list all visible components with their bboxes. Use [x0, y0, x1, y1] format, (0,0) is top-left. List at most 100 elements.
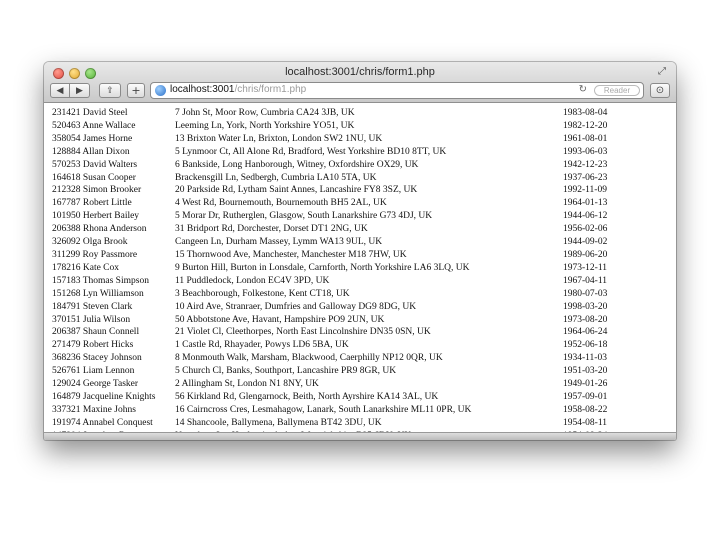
reader-button[interactable]: Reader: [594, 85, 640, 96]
record-date: 1956-02-06: [563, 224, 608, 235]
record-date: 1958-08-22: [563, 404, 608, 415]
record-address: 3 Beachborough, Folkestone, Kent CT18, U…: [175, 288, 350, 299]
table-row: 358054 James Horne 13 Brixton Water Ln, B…: [52, 133, 623, 146]
record-address: 1 Castle Rd, Rhayader, Powys LD6 5BA, UK: [175, 340, 349, 351]
table-row: 526761 Liam Lennon 5 Church Cl, Banks, So…: [52, 365, 623, 378]
record-name: 570253 David Walters: [52, 159, 138, 170]
page-content: 231421 David Steel 7 John St, Moor Row, C…: [44, 103, 676, 433]
record-date: 1934-11-03: [563, 353, 607, 364]
table-row: 206387 Shaun Connell 21 Violet Cl, Cleeth…: [52, 326, 623, 339]
record-address: 11 Puddledock, London EC4V 3PD, UK: [175, 275, 330, 286]
window-title: localhost:3001/chris/form1.php: [285, 66, 435, 78]
record-date: 1949-01-26: [563, 379, 608, 390]
title-bar[interactable]: localhost:3001/chris/form1.php ⤢ ◀ ▶ ⇪ +…: [44, 62, 676, 103]
record-name: 526761 Liam Lennon: [52, 366, 135, 377]
record-date: 1964-01-13: [563, 198, 608, 209]
record-address: Brackensgill Ln, Sedbergh, Cumbria LA10 …: [175, 172, 377, 183]
record-name: 184791 Steven Clark: [52, 301, 133, 312]
table-row: 326092 Olga Brook Cangeen Ln, Durham Mass…: [52, 236, 623, 249]
record-address: 15 Thornwood Ave, Manchester, Manchester…: [175, 249, 407, 260]
record-address: 8 Monmouth Walk, Marsham, Blackwood, Cae…: [175, 353, 443, 364]
forward-button[interactable]: ▶: [70, 83, 90, 98]
table-row: 212328 Simon Brooker 20 Parkside Rd, Lyth…: [52, 184, 623, 197]
share-icon: ⇪: [106, 85, 114, 96]
table-row: 337321 Maxine Johns 16 Cairncross Cres, L…: [52, 404, 623, 417]
record-date: 1980-07-03: [563, 288, 608, 299]
record-address: 20 Parkside Rd, Lytham Saint Annes, Lanc…: [175, 185, 418, 196]
record-date: 1957-09-01: [563, 391, 608, 402]
table-row: 368236 Stacey Johnson 8 Monmouth Walk, Ma…: [52, 352, 623, 365]
record-name: 358054 James Horne: [52, 133, 133, 144]
table-row: 164879 Jacqueline Knights 56 Kirkland Rd,…: [52, 391, 623, 404]
record-address: 56 Kirkland Rd, Glengarnock, Beith, Nort…: [175, 391, 439, 402]
table-row: 570253 David Walters 6 Bankside, Long Han…: [52, 159, 623, 172]
browser-window: localhost:3001/chris/form1.php ⤢ ◀ ▶ ⇪ +…: [44, 62, 676, 440]
record-address: 9 Burton Hill, Burton in Lonsdale, Carnf…: [175, 262, 470, 273]
address-bar[interactable]: localhost:3001/chris/form1.php ↻ Reader: [150, 82, 644, 99]
record-date: 1954-08-11: [563, 417, 607, 428]
download-icon: ⊙: [655, 85, 665, 96]
record-date: 1973-08-20: [563, 314, 608, 325]
record-address: 10 Aird Ave, Stranraer, Dumfries and Gal…: [175, 301, 417, 312]
reload-icon[interactable]: ↻: [579, 84, 587, 95]
record-date: 1937-06-23: [563, 172, 608, 183]
record-name: 167787 Robert Little: [52, 198, 132, 209]
table-row: 184791 Steven Clark 10 Aird Ave, Stranrae…: [52, 301, 623, 314]
table-row: 178216 Kate Cox 9 Burton Hill, Burton in …: [52, 262, 623, 275]
record-name: 368236 Stacey Johnson: [52, 353, 142, 364]
record-name: 337321 Maxine Johns: [52, 404, 136, 415]
record-address: 13 Brixton Water Ln, Brixton, London SW2…: [175, 133, 383, 144]
table-row: 206388 Rhona Anderson 31 Bridport Rd, Dor…: [52, 223, 623, 236]
record-date: 1993-06-03: [563, 146, 608, 157]
add-bookmark-button[interactable]: +: [127, 83, 145, 98]
record-address: 21 Violet Cl, Cleethorpes, North East Li…: [175, 327, 431, 338]
plus-icon: +: [131, 84, 141, 97]
table-row: 157183 Thomas Simpson 11 Puddledock, Lond…: [52, 275, 623, 288]
back-button[interactable]: ◀: [50, 83, 70, 98]
record-name: 520463 Anne Wallace: [52, 120, 136, 131]
record-name: 151268 Lyn Williamson: [52, 288, 144, 299]
record-address: 7 John St, Moor Row, Cumbria CA24 3JB, U…: [175, 108, 355, 118]
table-row: 311299 Roy Passmore 15 Thornwood Ave, Man…: [52, 249, 623, 262]
table-row: 164618 Susan Cooper Brackensgill Ln, Sedb…: [52, 172, 623, 185]
record-date: 1998-03-20: [563, 301, 608, 312]
back-arrow-icon: ◀: [56, 85, 64, 96]
record-name: 128884 Allan Dixon: [52, 146, 130, 157]
record-name: 164879 Jacqueline Knights: [52, 391, 156, 402]
table-row: 129024 George Tasker 2 Allingham St, Lond…: [52, 378, 623, 391]
record-name: 326092 Olga Brook: [52, 237, 128, 248]
record-date: 1982-12-20: [563, 120, 608, 131]
table-row: 101950 Herbert Bailey 5 Morar Dr, Rutherg…: [52, 210, 623, 223]
share-button[interactable]: ⇪: [99, 83, 121, 98]
record-date: 1964-06-24: [563, 327, 608, 338]
record-date: 1983-08-04: [563, 108, 608, 118]
record-date: 1951-03-20: [563, 366, 608, 377]
table-row: 231421 David Steel 7 John St, Moor Row, C…: [52, 107, 623, 120]
record-date: 1973-12-11: [563, 262, 607, 273]
downloads-button[interactable]: ⊙: [650, 83, 670, 98]
record-address: Cangeen Ln, Durham Massey, Lymm WA13 9UL…: [175, 237, 383, 248]
globe-icon: [155, 85, 166, 96]
table-row: 520463 Anne Wallace Leeming Ln, York, Nor…: [52, 120, 623, 133]
record-address: 4 West Rd, Bournemouth, Bournemouth BH5 …: [175, 198, 387, 209]
record-date: 1961-08-01: [563, 133, 608, 144]
fullscreen-icon[interactable]: ⤢: [658, 67, 668, 77]
record-name: 311299 Roy Passmore: [52, 249, 138, 260]
record-address: 2 Allingham St, London N1 8NY, UK: [175, 379, 319, 390]
table-row: 271479 Robert Hicks 1 Castle Rd, Rhayader…: [52, 339, 623, 352]
window-bottom-edge: [44, 432, 676, 440]
record-name: 231421 David Steel: [52, 108, 128, 118]
table-row: 167787 Robert Little 4 West Rd, Bournemou…: [52, 197, 623, 210]
record-address: 31 Bridport Rd, Dorchester, Dorset DT1 2…: [175, 224, 368, 235]
url-path: /chris/form1.php: [234, 84, 307, 95]
record-date: 1989-06-20: [563, 249, 608, 260]
record-name: 206388 Rhona Anderson: [52, 224, 147, 235]
record-date: 1967-04-11: [563, 275, 607, 286]
record-name: 191974 Annabel Conquest: [52, 417, 153, 428]
record-date: 1992-11-09: [563, 185, 607, 196]
record-name: 370151 Julia Wilson: [52, 314, 131, 325]
url-text[interactable]: localhost:3001/chris/form1.php: [170, 84, 306, 95]
record-name: 271479 Robert Hicks: [52, 340, 134, 351]
record-address: 14 Shancoole, Ballymena, Ballymena BT42 …: [175, 417, 382, 428]
record-address: Leeming Ln, York, North Yorkshire YO51, …: [175, 120, 355, 131]
